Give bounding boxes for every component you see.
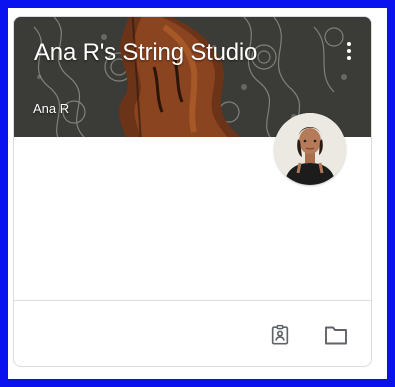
- class-owner-name[interactable]: Ana R: [33, 101, 69, 116]
- more-vert-icon: [347, 42, 351, 46]
- more-options-button[interactable]: [337, 37, 361, 65]
- teacher-avatar[interactable]: [274, 113, 346, 185]
- assignment-ind-icon: [271, 324, 289, 345]
- class-title[interactable]: Ana R's String Studio: [34, 39, 257, 67]
- teacher-avatar-image: [274, 113, 346, 185]
- open-class-folder-button[interactable]: [322, 321, 350, 349]
- open-your-work-button[interactable]: [266, 321, 294, 349]
- folder-icon: [325, 326, 347, 345]
- class-card[interactable]: Ana R's String Studio Ana R: [13, 16, 372, 367]
- class-card-footer: [14, 300, 371, 366]
